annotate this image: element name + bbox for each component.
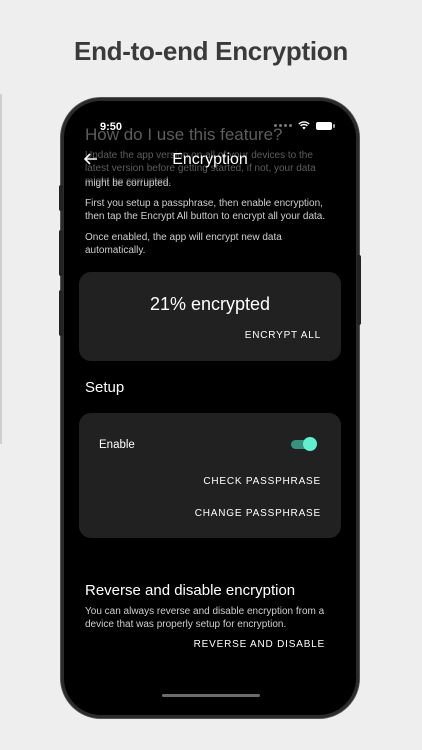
encrypt-all-button[interactable]: ENCRYPT ALL — [245, 330, 321, 341]
reverse-description: You can always reverse and disable encry… — [85, 606, 325, 630]
change-passphrase-button[interactable]: CHANGE PASSPHRASE — [195, 508, 321, 519]
reverse-title: Reverse and disable encryption — [85, 582, 296, 599]
signal-icon — [274, 124, 292, 127]
page-title: Encryption — [172, 151, 248, 168]
setup-title: Setup — [85, 379, 125, 396]
help-step-1: First you setup a passphrase, then enabl… — [85, 198, 326, 222]
reverse-disable-button[interactable]: REVERSE AND DISABLE — [194, 639, 325, 650]
help-corrupted-line: might be corrupted. — [85, 178, 172, 189]
toggle-knob — [303, 437, 317, 451]
status-icons — [274, 121, 335, 130]
wifi-icon — [298, 121, 310, 130]
check-passphrase-button[interactable]: CHECK PASSPHRASE — [203, 476, 321, 487]
home-indicator — [162, 694, 260, 697]
app-screen: How do I use this feature? Update the ap… — [64, 101, 356, 715]
phone-side-button — [59, 185, 63, 211]
phone-side-button — [59, 290, 63, 336]
encryption-percent: 21% encrypted — [149, 294, 271, 314]
background-edge — [0, 94, 2, 444]
help-step-2: Once enabled, the app will encrypt new d… — [85, 232, 282, 256]
phone-side-button — [59, 230, 63, 276]
status-time: 9:50 — [100, 121, 123, 133]
encryption-progress-card: 21% encrypted ENCRYPT ALL — [79, 272, 341, 361]
battery-icon — [316, 121, 335, 130]
enable-label: Enable — [99, 439, 135, 451]
phone-side-button — [357, 255, 361, 325]
promo-title: End-to-end Encryption — [74, 36, 348, 66]
enable-toggle[interactable] — [291, 437, 317, 451]
setup-card: Enable CHECK PASSPHRASE CHANGE PASSPHRAS… — [79, 413, 341, 538]
